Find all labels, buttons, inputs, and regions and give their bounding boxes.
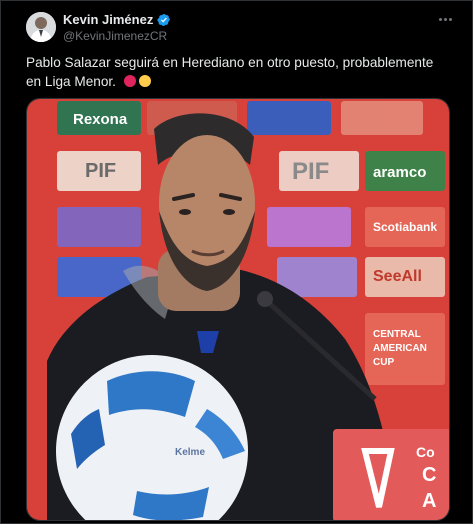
svg-text:AMERICAN: AMERICAN	[373, 343, 427, 354]
svg-text:PIF: PIF	[85, 160, 116, 182]
svg-text:Rexona: Rexona	[73, 111, 128, 128]
svg-text:SeeAll: SeeAll	[373, 268, 422, 285]
tweet-body: Pablo Salazar seguirá en Herediano en ot…	[26, 55, 434, 89]
avatar[interactable]	[26, 12, 56, 42]
svg-text:Kelme: Kelme	[175, 447, 205, 458]
more-options-icon[interactable]	[435, 10, 455, 28]
svg-text:CENTRAL: CENTRAL	[373, 329, 421, 340]
author-handle[interactable]: @KevinJimenezCR	[63, 29, 167, 43]
author-display-name[interactable]: Kevin Jiménez	[63, 12, 153, 27]
press-conference-photo: Rexona PIF PIF aramco Scotiabank SeeAll …	[27, 99, 449, 520]
yellow-circle-emoji	[138, 75, 151, 87]
red-circle-emoji	[123, 75, 136, 87]
svg-text:CUP: CUP	[373, 357, 394, 368]
svg-text:PIF: PIF	[292, 158, 329, 185]
verified-badge-icon	[157, 13, 171, 26]
tweet-photo[interactable]: Rexona PIF PIF aramco Scotiabank SeeAll …	[26, 98, 450, 521]
svg-text:aramco: aramco	[373, 164, 426, 181]
svg-text:C: C	[422, 464, 436, 486]
svg-text:Scotiabank: Scotiabank	[373, 220, 437, 234]
svg-text:A: A	[422, 490, 436, 512]
tweet-text: Pablo Salazar seguirá en Herediano en ot…	[26, 53, 446, 91]
svg-text:Co: Co	[416, 444, 435, 460]
author-name-row[interactable]: Kevin Jiménez	[63, 12, 171, 27]
tweet-card[interactable]: Kevin Jiménez @KevinJimenezCR Pablo Sala…	[0, 0, 473, 524]
